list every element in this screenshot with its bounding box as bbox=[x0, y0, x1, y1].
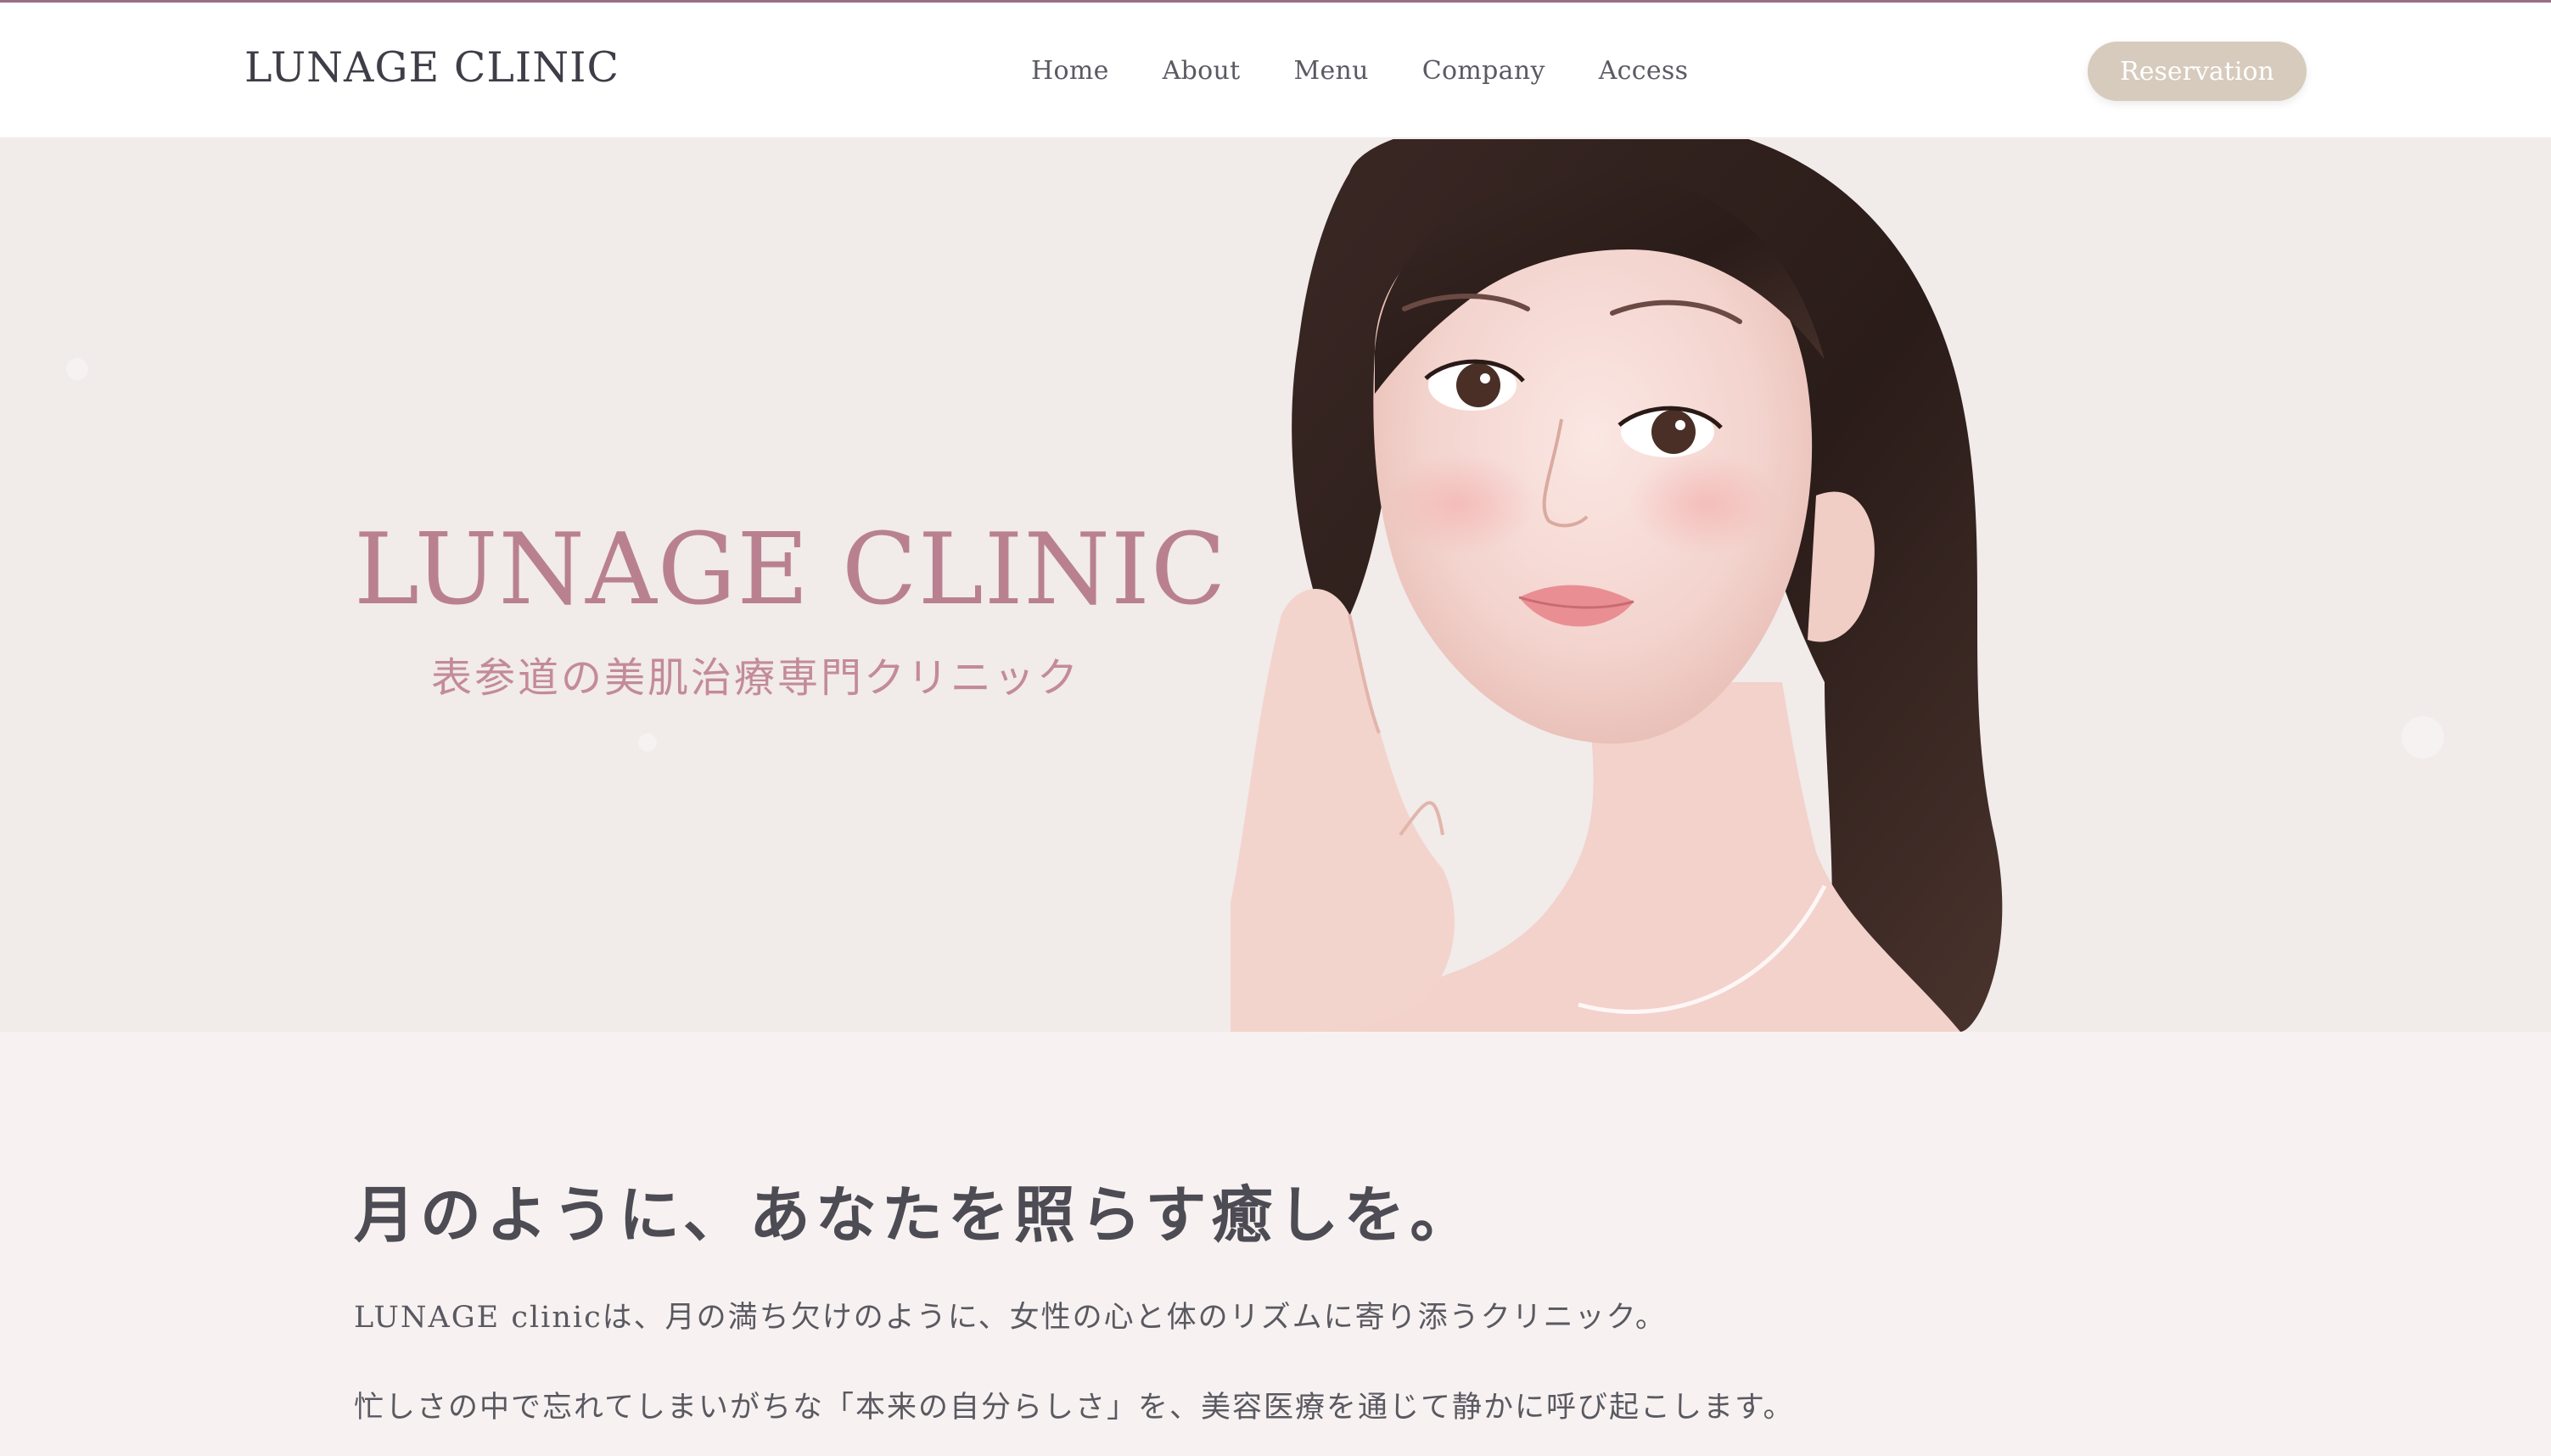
brand-logo[interactable]: LUNAGE CLINIC bbox=[244, 43, 620, 92]
decorative-bubble bbox=[638, 733, 657, 752]
woman-portrait-photo bbox=[1231, 139, 2003, 1032]
hero-title: LUNAGE CLINIC bbox=[354, 512, 1227, 627]
intro-heading: 月のように、あなたを照らす癒しを。 bbox=[354, 1179, 1477, 1251]
nav-home[interactable]: Home bbox=[1031, 56, 1109, 86]
intro-paragraph: LUNAGE clinicは、月の満ち欠けのように、女性の心と体のリズムに寄り添… bbox=[354, 1301, 1667, 1335]
site-header: LUNAGE CLINIC Home About Menu Company Ac… bbox=[0, 0, 2551, 138]
intro-section: 月のように、あなたを照らす癒しを。 LUNAGE clinicは、月の満ち欠けの… bbox=[0, 1032, 2551, 1456]
decorative-bubble bbox=[2402, 716, 2444, 759]
main-nav: Home About Menu Company Access bbox=[1031, 56, 1688, 86]
intro-paragraph: 忙しさの中で忘れてしまいがちな「本来の自分らしさ」を、美容医療を通じて静かに呼び… bbox=[354, 1391, 1795, 1425]
nav-about[interactable]: About bbox=[1163, 56, 1241, 86]
nav-company[interactable]: Company bbox=[1422, 56, 1545, 86]
hero-section: LUNAGE CLINIC 表参道の美肌治療専門クリニック bbox=[0, 139, 2551, 1032]
decorative-bubble bbox=[66, 358, 88, 380]
page: LUNAGE CLINIC Home About Menu Company Ac… bbox=[0, 0, 2551, 1456]
nav-menu[interactable]: Menu bbox=[1293, 56, 1368, 86]
nav-access[interactable]: Access bbox=[1599, 56, 1689, 86]
reservation-button[interactable]: Reservation bbox=[2088, 42, 2307, 101]
hero-subtitle: 表参道の美肌治療専門クリニック bbox=[431, 654, 1081, 702]
